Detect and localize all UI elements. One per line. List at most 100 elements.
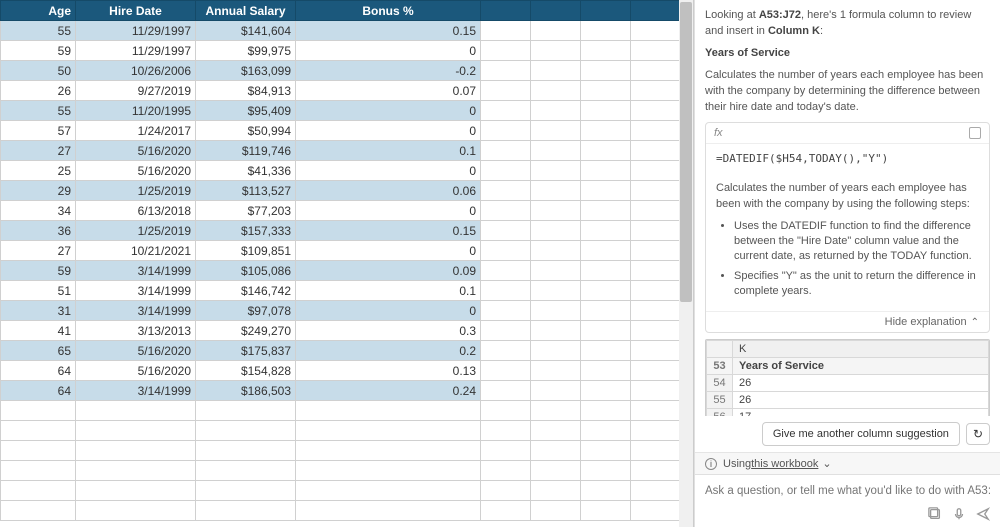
cell[interactable]: $186,503 (196, 381, 296, 401)
cell[interactable]: $95,409 (196, 101, 296, 121)
col-age[interactable]: Age (1, 1, 76, 21)
cell[interactable] (531, 41, 581, 61)
col-empty[interactable] (581, 1, 631, 21)
attach-icon[interactable] (928, 507, 942, 521)
mic-icon[interactable] (952, 507, 966, 521)
table-row[interactable]: 5911/29/1997$99,9750 (1, 41, 695, 61)
cell[interactable]: $163,099 (196, 61, 296, 81)
cell[interactable] (531, 21, 581, 41)
cell[interactable]: 27 (1, 241, 76, 261)
cell[interactable] (581, 301, 631, 321)
cell[interactable] (1, 401, 76, 421)
cell[interactable]: 25 (1, 161, 76, 181)
vertical-scrollbar[interactable] (679, 0, 693, 527)
cell[interactable] (1, 481, 76, 501)
cell[interactable]: 55 (1, 101, 76, 121)
cell[interactable] (531, 441, 581, 461)
cell[interactable]: 0.15 (296, 21, 481, 41)
cell[interactable] (296, 421, 481, 441)
table-row[interactable]: 655/16/2020$175,8370.2 (1, 341, 695, 361)
cell[interactable] (531, 261, 581, 281)
send-icon[interactable] (976, 507, 990, 521)
cell[interactable] (581, 161, 631, 181)
cell[interactable]: 59 (1, 261, 76, 281)
cell[interactable] (631, 181, 681, 201)
cell[interactable] (631, 41, 681, 61)
cell[interactable]: 0.09 (296, 261, 481, 281)
cell[interactable] (631, 381, 681, 401)
cell[interactable] (531, 301, 581, 321)
cell[interactable]: $105,086 (196, 261, 296, 281)
cell[interactable] (631, 81, 681, 101)
cell[interactable] (531, 361, 581, 381)
spreadsheet-area[interactable]: Age Hire Date Annual Salary Bonus % 5511… (0, 0, 694, 527)
cell[interactable]: $99,975 (196, 41, 296, 61)
cell[interactable]: 0.13 (296, 361, 481, 381)
cell[interactable] (631, 101, 681, 121)
cell[interactable] (581, 361, 631, 381)
table-row[interactable]: 2710/21/2021$109,8510 (1, 241, 695, 261)
cell[interactable] (531, 61, 581, 81)
cell[interactable] (196, 441, 296, 461)
table-row[interactable]: 361/25/2019$157,3330.15 (1, 221, 695, 241)
cell[interactable] (76, 461, 196, 481)
cell[interactable] (581, 401, 631, 421)
formula-text[interactable]: =DATEDIF($H54,TODAY(),"Y") (706, 144, 989, 173)
cell[interactable]: $249,270 (196, 321, 296, 341)
cell[interactable]: $109,851 (196, 241, 296, 261)
cell[interactable] (631, 301, 681, 321)
cell[interactable]: 50 (1, 61, 76, 81)
cell[interactable]: 0.3 (296, 321, 481, 341)
col-empty[interactable] (481, 1, 531, 21)
table-row[interactable]: 571/24/2017$50,9940 (1, 121, 695, 141)
cell[interactable]: 3/14/1999 (76, 261, 196, 281)
cell[interactable] (76, 401, 196, 421)
table-row[interactable] (1, 401, 695, 421)
cell[interactable]: 1/24/2017 (76, 121, 196, 141)
cell[interactable]: 0 (296, 41, 481, 61)
cell[interactable] (631, 481, 681, 501)
table-row[interactable]: 346/13/2018$77,2030 (1, 201, 695, 221)
chat-input-area[interactable] (695, 474, 1000, 501)
cell[interactable]: -0.2 (296, 61, 481, 81)
reference-link[interactable]: this workbook (751, 458, 818, 470)
col-annual-salary[interactable]: Annual Salary (196, 1, 296, 21)
cell[interactable]: 10/26/2006 (76, 61, 196, 81)
cell[interactable] (531, 381, 581, 401)
cell[interactable]: $50,994 (196, 121, 296, 141)
cell[interactable] (196, 421, 296, 441)
preview-row[interactable]: 5426 (707, 375, 989, 392)
cell[interactable] (581, 41, 631, 61)
cell[interactable]: 11/20/1995 (76, 101, 196, 121)
cell[interactable] (76, 501, 196, 521)
cell[interactable] (581, 61, 631, 81)
cell[interactable] (481, 141, 531, 161)
cell[interactable] (481, 181, 531, 201)
cell[interactable]: 34 (1, 201, 76, 221)
cell[interactable]: 5/16/2020 (76, 341, 196, 361)
cell[interactable]: 5/16/2020 (76, 141, 196, 161)
cell[interactable] (531, 141, 581, 161)
cell[interactable] (481, 381, 531, 401)
cell[interactable] (481, 61, 531, 81)
cell[interactable]: $146,742 (196, 281, 296, 301)
cell[interactable]: 26 (1, 81, 76, 101)
cell[interactable]: 36 (1, 221, 76, 241)
cell[interactable] (631, 341, 681, 361)
cell[interactable]: 0 (296, 161, 481, 181)
cell[interactable]: $113,527 (196, 181, 296, 201)
cell[interactable] (631, 441, 681, 461)
cell[interactable]: 51 (1, 281, 76, 301)
cell[interactable] (581, 21, 631, 41)
cell[interactable]: 0.07 (296, 81, 481, 101)
cell[interactable] (481, 201, 531, 221)
cell[interactable]: 1/25/2019 (76, 181, 196, 201)
cell[interactable]: 0 (296, 121, 481, 141)
cell[interactable] (581, 461, 631, 481)
reference-pill[interactable]: i Using this workbook (695, 452, 1000, 474)
scrollbar-thumb[interactable] (680, 2, 692, 302)
table-row[interactable]: 255/16/2020$41,3360 (1, 161, 695, 181)
hide-explanation-toggle[interactable]: Hide explanation (706, 311, 989, 332)
cell[interactable] (531, 161, 581, 181)
cell[interactable] (631, 241, 681, 261)
